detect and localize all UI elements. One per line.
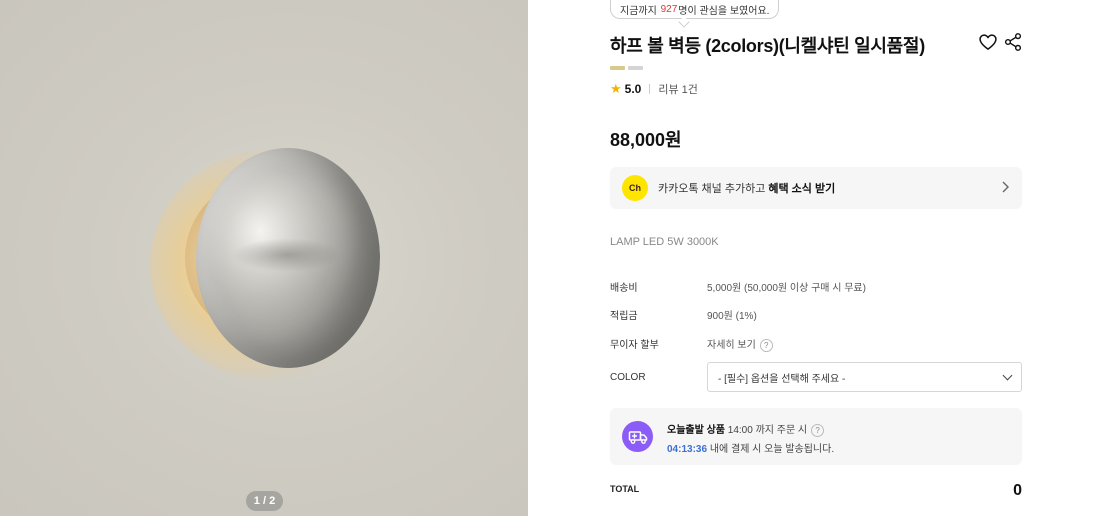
question-icon[interactable]: ? [759,338,773,352]
wishlist-button[interactable] [978,32,998,52]
kakao-text-main: 카카오톡 채널 추가하고 [658,183,766,195]
delivery-countdown: 04:13:36 [667,444,708,455]
kakao-text-bold: 혜택 소식 받기 [768,183,836,195]
product-price: 88,000원 [610,130,682,150]
share-button[interactable] [1003,32,1023,52]
viewer-count: 927 [660,3,678,15]
tooltip-suffix: 명이 관심을 보였어요. [678,5,770,17]
kakao-channel-icon: Ch [622,175,648,201]
delivery-title-line: 오늘출발 상품 14:00 까지 주문 시? [667,421,825,437]
color-option-select[interactable]: - [필수] 옵션을 선택해 주세요 - [707,362,1022,392]
product-info-panel: 지금까지 927 명이 관심을 보였어요. 하프 볼 벽등 (2colors)(니… [610,0,1022,516]
kakao-channel-banner[interactable]: Ch 카카오톡 채널 추가하고 혜택 소식 받기 [610,167,1022,209]
installment-detail-link[interactable]: 자세히 보기? [707,336,773,352]
delivery-title: 오늘출발 상품 [667,425,725,436]
installment-value[interactable]: 자세히 보기 [707,340,756,351]
lamp-reflection [232,238,342,272]
product-title: 하프 볼 벽등 (2colors)(니켈샤틴 일시품절) [610,36,925,56]
today-delivery-box: 오늘출발 상품 14:00 까지 주문 시? 04:13:36 내에 결제 시 … [610,408,1022,465]
delivery-timer-line: 04:13:36 내에 결제 시 오늘 발송됩니다. [667,440,834,455]
review-count-link[interactable]: 리뷰 1건 [658,81,698,97]
product-image[interactable]: 1 / 2 [0,0,528,516]
chevron-right-icon [1000,180,1010,196]
rating-divider [649,84,651,94]
color-swatches [610,66,643,70]
kakao-banner-text: 카카오톡 채널 추가하고 혜택 소식 받기 [658,180,835,196]
truck-icon [622,421,653,452]
rating-summary[interactable]: ★ 5.0 리뷰 1건 [610,81,698,97]
product-spec: LAMP LED 5W 3000K [610,236,719,248]
installment-label: 무이자 할부 [610,340,659,351]
rating-score: 5.0 [624,82,642,96]
heart-icon [979,34,997,50]
swatch-gold [610,66,625,70]
chevron-down-icon [1002,370,1013,380]
delivery-message: 내에 결제 시 오늘 발송됩니다. [709,444,835,455]
points-label: 적립금 [610,311,638,322]
shipping-label: 배송비 [610,283,638,294]
color-select-placeholder: - [필수] 옵션을 선택해 주세요 - [718,373,846,385]
color-label: COLOR [610,372,646,383]
points-value: 900원 (1%) [707,311,757,322]
share-icon [1004,33,1022,51]
delivery-cutoff: 14:00 까지 주문 시 [727,425,808,436]
total-label: TOTAL [610,484,640,494]
viewer-count-tooltip: 지금까지 927 명이 관심을 보였어요. [610,0,780,19]
swatch-nickel [628,66,643,70]
question-icon[interactable]: ? [811,423,825,437]
image-pager: 1 / 2 [246,491,283,511]
shipping-value: 5,000원 (50,000원 이상 구매 시 무료) [707,283,866,294]
star-icon: ★ [610,81,622,96]
total-value: 0 [1013,482,1022,499]
tooltip-prefix: 지금까지 [620,5,657,17]
